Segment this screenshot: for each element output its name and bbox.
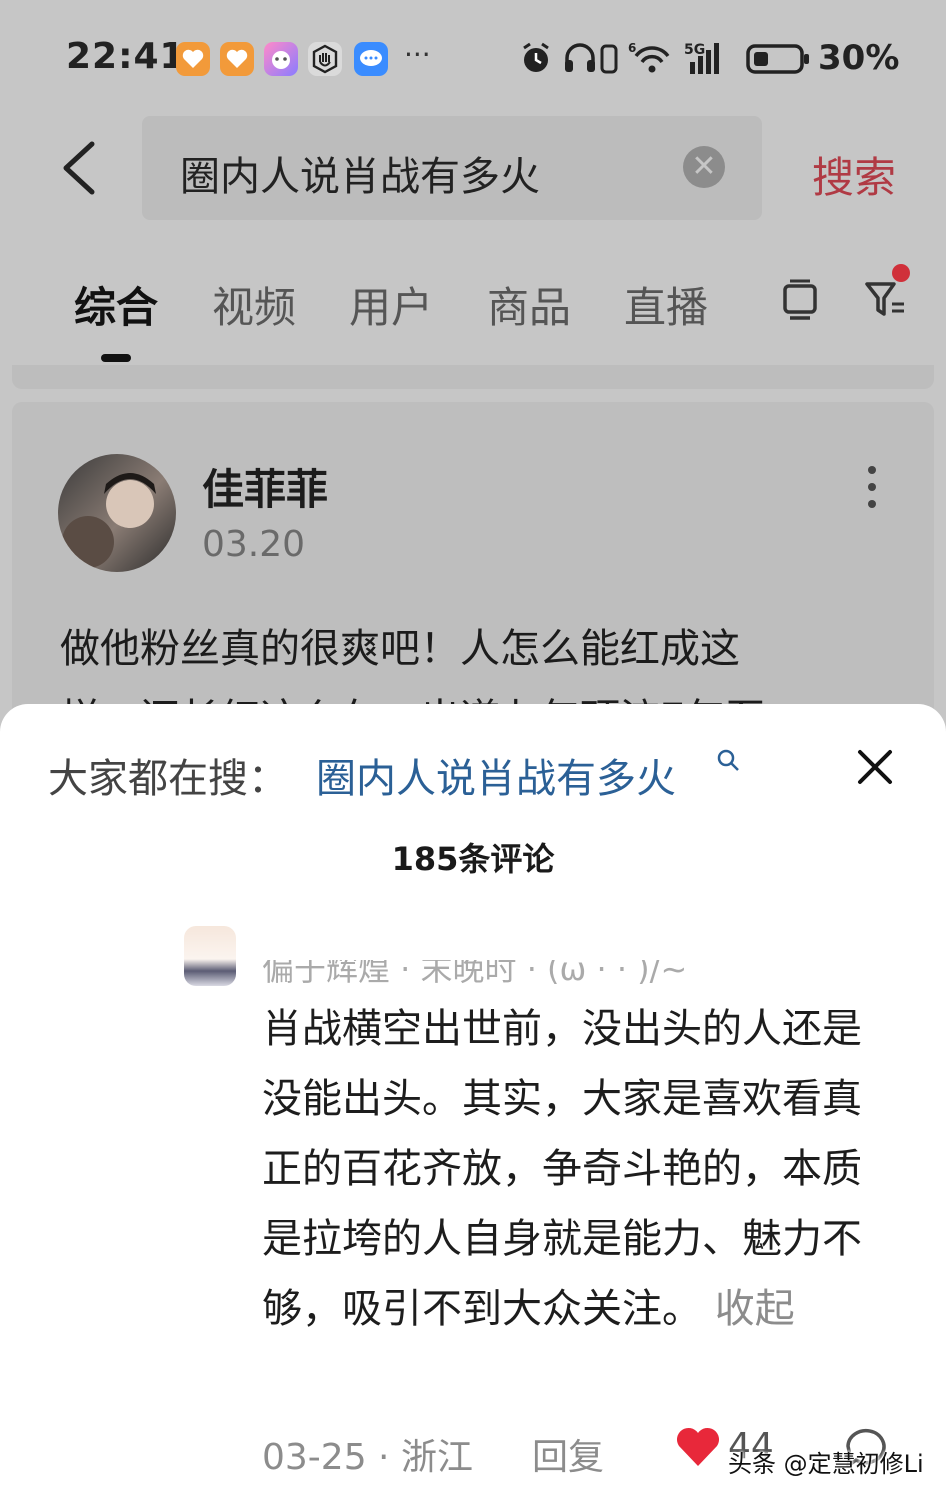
tab-products[interactable]: 商品: [487, 274, 571, 335]
comment-body: 肖战横空出世前，没出头的人还是没能出头。其实，大家是喜欢看真正的百花齐放，争奇斗…: [262, 1006, 862, 1332]
comment-date-location: 03-25 · 浙江: [262, 1437, 473, 1478]
watermark: 头条 @定慧初修Li: [728, 1450, 924, 1478]
commenter-avatar[interactable]: [184, 926, 236, 986]
tab-comprehensive[interactable]: 综合: [74, 274, 158, 335]
post-text-line: 做他粉丝真的很爽吧！人怎么能红成这: [60, 626, 740, 672]
filter-notification-badge: [892, 264, 910, 282]
previous-card: [12, 365, 934, 389]
close-sheet-button[interactable]: [852, 744, 898, 790]
search-icon[interactable]: [716, 748, 742, 774]
wifi-icon: 6: [628, 40, 678, 84]
heart-icon[interactable]: [674, 1424, 722, 1470]
cellular-signal-icon: 5G: [684, 40, 734, 84]
author-name[interactable]: 佳菲菲: [202, 456, 328, 517]
hand-icon: [308, 42, 342, 76]
comment-count: 185条评论: [391, 840, 555, 878]
search-button[interactable]: 搜索: [812, 144, 896, 205]
reply-button[interactable]: 回复: [532, 1428, 604, 1480]
filter-icon[interactable]: [864, 278, 908, 324]
battery-icon: [746, 40, 812, 84]
close-icon: [858, 750, 892, 784]
alarm-icon: [518, 40, 554, 84]
clear-search-icon[interactable]: ✕: [683, 146, 725, 188]
more-options-icon[interactable]: [860, 462, 884, 512]
search-query-text[interactable]: 圈内人说肖战有多火: [180, 144, 540, 202]
chevron-left-icon: [63, 141, 95, 195]
layout-toggle-icon[interactable]: [780, 278, 822, 324]
message-app-icon: [354, 42, 388, 76]
back-button[interactable]: [58, 140, 102, 196]
app-notification-icon: [220, 42, 254, 76]
status-bar: 22:41 ··· 6 5G 30%: [0, 0, 946, 110]
app-notification-icon: [264, 42, 298, 76]
svg-text:6: 6: [628, 41, 636, 55]
collapse-button[interactable]: 收起: [715, 1286, 795, 1332]
status-time: 22:41: [66, 36, 186, 77]
tab-video[interactable]: 视频: [212, 274, 296, 335]
more-notifications-icon: ···: [404, 38, 431, 71]
suggest-label: 大家都在搜：: [48, 756, 288, 802]
author-avatar[interactable]: [58, 454, 176, 572]
comment-text: 肖战横空出世前，没出头的人还是没能出头。其实，大家是喜欢看真正的百花齐放，争奇斗…: [262, 994, 886, 1344]
battery-percent: 30%: [818, 38, 900, 78]
app-notification-icon: [176, 42, 210, 76]
headphones-icon: [562, 40, 624, 84]
active-tab-indicator: [101, 354, 131, 362]
tab-users[interactable]: 用户: [349, 274, 433, 335]
suggested-search-link[interactable]: 圈内人说肖战有多火: [316, 746, 676, 804]
svg-text:5G: 5G: [684, 42, 705, 58]
post-date: 03.20: [202, 524, 306, 565]
tab-live[interactable]: 直播: [624, 274, 708, 335]
